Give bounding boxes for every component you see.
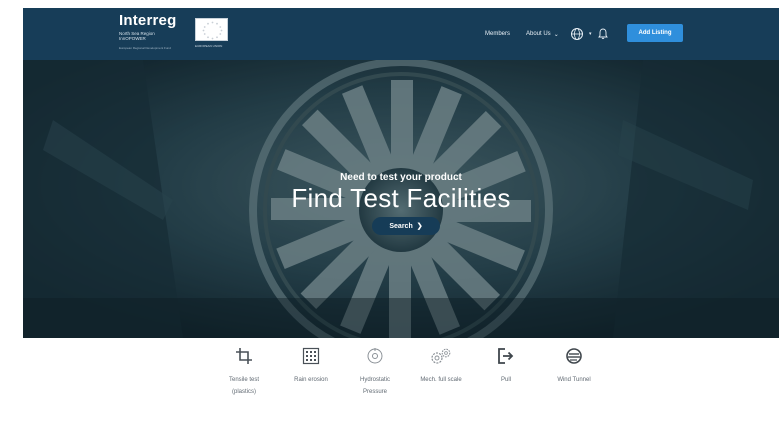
category-rain-erosion[interactable]: Rain erosion	[276, 345, 346, 386]
site-header: Interreg North Sea Region InnOPOWER Euro…	[23, 8, 779, 60]
eu-flag-icon	[195, 18, 228, 41]
category-wind-tunnel[interactable]: Wind Tunnel	[539, 345, 609, 386]
gears-icon	[406, 345, 476, 367]
caret-down-icon[interactable]: ▾	[589, 8, 592, 60]
logo-title: Interreg	[119, 12, 177, 29]
bell-icon[interactable]	[598, 8, 608, 60]
add-listing-button[interactable]: Add Listing	[627, 24, 683, 42]
pressure-icon	[340, 345, 410, 367]
crop-icon	[209, 345, 279, 367]
category-label-line1: Pull	[500, 377, 511, 383]
category-label-line1: Mech. full scale	[420, 377, 462, 383]
pull-icon	[471, 345, 541, 367]
hero-banner: Need to test your product Find Test Faci…	[23, 60, 779, 338]
category-tensile-test[interactable]: Tensile test (plastics)	[209, 345, 279, 398]
eu-caption: EUROPEAN UNION	[195, 44, 223, 48]
category-hydrostatic-pressure[interactable]: Hydrostatic Pressure	[340, 345, 410, 398]
search-button-label: Search	[389, 222, 413, 230]
rain-erosion-icon	[276, 345, 346, 367]
category-label-line2: Pressure	[362, 389, 387, 395]
hero-title: Find Test Facilities	[291, 183, 511, 213]
nav-about-us[interactable]: About Us ⌄	[526, 8, 559, 60]
chevron-right-icon: ❯	[416, 223, 423, 230]
category-label-line1: Tensile test	[228, 377, 259, 383]
category-label-line1: Wind Tunnel	[557, 377, 591, 383]
wind-tunnel-icon	[539, 345, 609, 367]
category-list: Tensile test (plastics) Rain erosion Hyd…	[0, 345, 780, 424]
chevron-down-icon: ⌄	[553, 31, 559, 38]
interreg-logo[interactable]: Interreg North Sea Region InnOPOWER Euro…	[119, 12, 229, 56]
logo-line-2: InnOPOWER	[119, 36, 146, 41]
nav-about-label: About Us	[526, 31, 551, 37]
category-label-line2: (plastics)	[231, 389, 256, 395]
nav-members[interactable]: Members	[485, 8, 510, 60]
language-globe-icon[interactable]	[570, 8, 584, 60]
category-mech-full-scale[interactable]: Mech. full scale	[406, 345, 476, 386]
category-label-line1: Rain erosion	[294, 377, 328, 383]
nav-members-label: Members	[485, 31, 511, 37]
category-pull[interactable]: Pull	[471, 345, 541, 386]
category-label-line1: Hydrostatic	[359, 377, 390, 383]
search-button[interactable]: Search ❯	[372, 217, 440, 235]
hero-subtitle: Need to test your product	[340, 172, 462, 183]
logo-line-3: European Regional Development Fund	[119, 46, 171, 50]
